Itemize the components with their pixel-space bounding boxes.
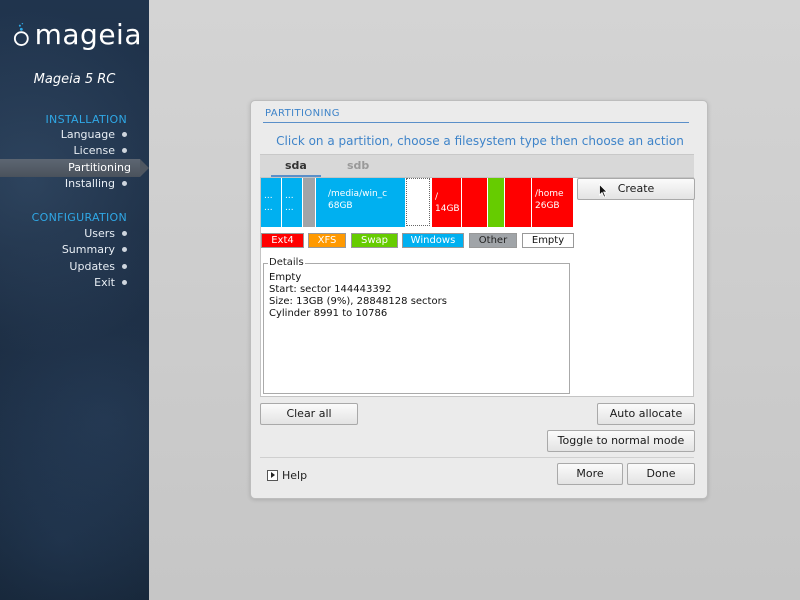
partition-segment[interactable]: /home 26GB xyxy=(532,178,573,227)
section-configuration: CONFIGURATION xyxy=(31,211,127,224)
details-content: Empty Start: sector 144443392 Size: 13GB… xyxy=(269,272,447,320)
sidebar: mageia Mageia 5 RC INSTALLATION Language… xyxy=(0,0,149,600)
partition-segment[interactable] xyxy=(303,178,315,227)
sidebar-item-license: License xyxy=(0,143,149,159)
bullet-icon xyxy=(122,181,127,186)
clear-all-button[interactable]: Clear all xyxy=(260,403,358,425)
details-line: Start: sector 144443392 xyxy=(269,284,392,295)
legend-ext4: Ext4 xyxy=(261,233,304,248)
legend-empty: Empty xyxy=(522,233,574,248)
sidebar-item-updates: Updates xyxy=(0,259,149,275)
partition-segment[interactable] xyxy=(505,178,531,227)
details-line: Cylinder 8991 to 10786 xyxy=(269,308,388,319)
sidebar-item-label: License xyxy=(73,144,115,157)
mageia-logo: mageia xyxy=(12,15,142,55)
sidebar-item-language: Language xyxy=(0,127,149,143)
auto-allocate-button[interactable]: Auto allocate xyxy=(597,403,695,425)
legend-windows: Windows xyxy=(402,233,464,248)
expand-arrow-icon xyxy=(267,470,278,481)
partition-size: 68GB xyxy=(328,201,353,211)
section-installation: INSTALLATION xyxy=(45,113,127,126)
partition-label: /media/win_c xyxy=(328,189,388,199)
mouse-cursor-icon xyxy=(599,184,608,198)
more-button[interactable]: More xyxy=(557,463,623,485)
instruction-text: Click on a partition, choose a filesyste… xyxy=(276,134,684,148)
logo-text: mageia xyxy=(34,18,142,51)
sidebar-item-label: Partitioning xyxy=(68,161,131,174)
toggle-mode-button[interactable]: Toggle to normal mode xyxy=(547,430,695,452)
sidebar-item-exit: Exit xyxy=(0,275,149,291)
active-arrow-icon xyxy=(140,159,149,177)
edition-label: Mageia 5 RC xyxy=(33,72,116,87)
partition-size: ... xyxy=(264,203,273,213)
sidebar-item-label: Installing xyxy=(64,177,115,190)
title-divider xyxy=(263,122,689,123)
disk-tabs: sda sdb xyxy=(260,154,694,178)
sidebar-item-installing: Installing xyxy=(0,176,149,192)
sidebar-background xyxy=(0,0,149,600)
partition-segment[interactable] xyxy=(488,178,504,227)
bullet-icon xyxy=(122,231,127,236)
partitioning-dialog: PARTITIONING Click on a partition, choos… xyxy=(250,100,708,499)
help-label: Help xyxy=(282,469,308,482)
sidebar-item-label: Users xyxy=(84,227,115,240)
bullet-icon xyxy=(122,264,127,269)
sidebar-item-label: Summary xyxy=(61,243,115,256)
legend-other: Other xyxy=(469,233,517,248)
partition-segment[interactable]: / 14GB xyxy=(432,178,461,227)
details-line: Size: 13GB (9%), 28848128 sectors xyxy=(269,296,447,307)
sidebar-item-label: Language xyxy=(60,128,115,141)
create-button[interactable]: Create xyxy=(577,178,695,200)
partition-segment[interactable] xyxy=(462,178,487,227)
bullet-icon xyxy=(122,148,127,153)
done-button[interactable]: Done xyxy=(627,463,695,485)
partition-size: 26GB xyxy=(535,201,560,211)
dialog-title: PARTITIONING xyxy=(265,108,340,119)
tab-sdb[interactable]: sdb xyxy=(347,159,369,172)
details-label: Details xyxy=(268,257,305,268)
sidebar-item-label: Exit xyxy=(94,276,115,289)
partition-segment[interactable]: ... ... xyxy=(282,178,302,227)
partition-size: 14GB xyxy=(435,204,460,214)
partition-segment-selected[interactable] xyxy=(406,178,430,226)
sidebar-item-users: Users xyxy=(0,226,149,242)
partition-segment[interactable]: /media/win_c 68GB xyxy=(316,178,405,227)
bullet-icon xyxy=(122,132,127,137)
sidebar-item-summary: Summary xyxy=(0,242,149,258)
details-box: Details Empty Start: sector 144443392 Si… xyxy=(263,257,570,394)
partition-label: ... xyxy=(285,191,294,201)
bullet-icon xyxy=(122,280,127,285)
legend-xfs: XFS xyxy=(308,233,346,248)
mageia-logo-icon xyxy=(13,22,29,46)
help-link[interactable]: Help xyxy=(267,469,307,482)
footer-divider xyxy=(260,457,694,458)
tab-sda[interactable]: sda xyxy=(285,159,307,172)
partition-label: ... xyxy=(264,191,273,201)
bullet-icon xyxy=(122,247,127,252)
partition-segment[interactable]: ... ... xyxy=(261,178,281,227)
partition-size: ... xyxy=(285,203,294,213)
partition-label: / xyxy=(435,192,439,202)
sidebar-item-label: Updates xyxy=(69,260,115,273)
partition-label: /home xyxy=(535,189,564,199)
sidebar-item-partitioning: Partitioning xyxy=(0,159,149,177)
details-line: Empty xyxy=(269,272,302,283)
legend-swap: Swap xyxy=(351,233,398,248)
